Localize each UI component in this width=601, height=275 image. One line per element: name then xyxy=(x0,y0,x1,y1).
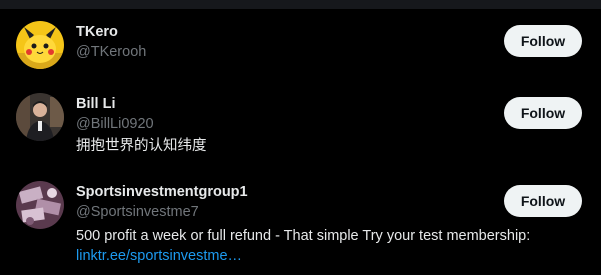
user-name[interactable]: Sportsinvestmentgroup1 xyxy=(76,184,248,200)
follow-button[interactable]: Follow xyxy=(504,25,582,57)
user-name[interactable]: TKero xyxy=(76,24,118,40)
user-handle[interactable]: @TKerooh xyxy=(76,44,146,60)
follow-button[interactable]: Follow xyxy=(504,185,582,217)
user-bio: 500 profit a week or full refund - That … xyxy=(76,228,531,244)
follow-button[interactable]: Follow xyxy=(504,97,582,129)
user-bio: 拥抱世界的认知纬度 xyxy=(76,138,207,154)
top-divider xyxy=(0,0,601,9)
pikachu-avatar[interactable] xyxy=(16,21,64,69)
money-photo-avatar[interactable] xyxy=(16,181,64,229)
user-handle[interactable]: @Sportsinvestme7 xyxy=(76,204,199,220)
user-bio-link-line: linktr.ee/sportsinvestme… xyxy=(76,246,242,266)
person-photo-avatar[interactable] xyxy=(16,93,64,141)
user-handle[interactable]: @BillLi0920 xyxy=(76,116,154,132)
bio-link[interactable]: linktr.ee/sportsinvestme… xyxy=(76,248,242,264)
user-name[interactable]: Bill Li xyxy=(76,96,115,112)
